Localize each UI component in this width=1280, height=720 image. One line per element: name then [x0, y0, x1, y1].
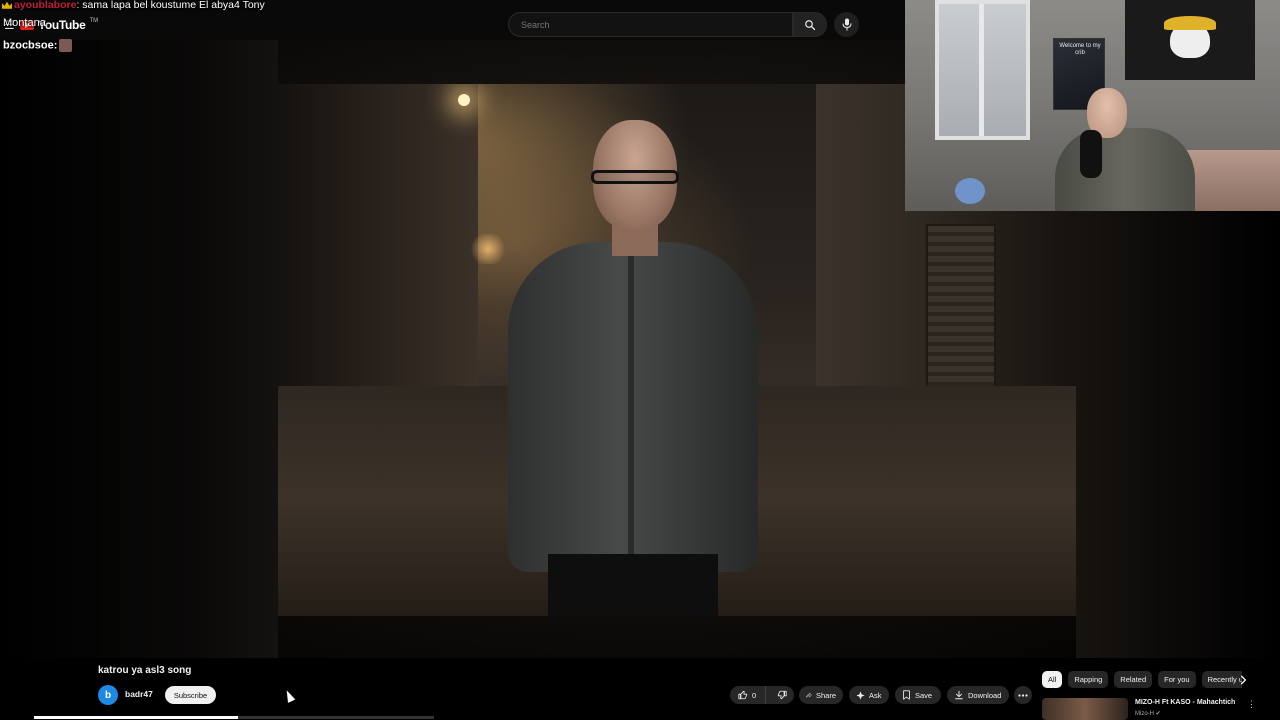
search-box[interactable] — [508, 12, 793, 37]
recommendation-filter-chips: All Rapping Related For you Recently upl… — [1042, 671, 1242, 688]
recommended-video-menu-icon[interactable]: ⋮ — [1247, 699, 1256, 710]
chat-username: ayoublabore — [14, 0, 77, 11]
crown-badge-icon — [2, 1, 12, 9]
search-icon — [805, 19, 816, 30]
share-label: Share — [815, 690, 836, 700]
verified-icon: ✔ — [1155, 711, 1161, 717]
thumbs-down-icon — [777, 690, 787, 700]
microphone — [1080, 130, 1102, 178]
dislike-button[interactable] — [770, 686, 794, 704]
recommended-video-channel[interactable]: Mizo-H ✔ — [1135, 710, 1161, 717]
chat-partial-name: Montana — [3, 17, 46, 29]
skull-icon — [1164, 16, 1216, 58]
chat-message: ayoublabore: sama lapa bel koustume El a… — [2, 0, 265, 12]
stream-frame: ☰ YouTube TM ayoublabore: sama lapa bel … — [0, 0, 1280, 720]
chip-all[interactable]: All — [1042, 671, 1063, 688]
glasses — [591, 170, 679, 184]
pirate-flag — [1125, 0, 1255, 80]
chip-rapping[interactable]: Rapping — [1068, 671, 1109, 688]
like-dislike-group: 0 — [730, 686, 794, 704]
chat-username: bzocbsoe: — [3, 39, 58, 52]
recommended-video-thumbnail[interactable] — [1042, 698, 1128, 720]
download-label: Download — [968, 690, 1002, 700]
pants — [548, 554, 718, 616]
save-label: Save — [915, 690, 933, 700]
poster-text: Welcome to my crib — [1059, 43, 1101, 56]
channel-name[interactable]: badr47 — [125, 689, 153, 699]
search-button[interactable] — [793, 12, 827, 37]
chevron-right-icon — [1240, 675, 1246, 685]
channel-avatar[interactable]: b — [98, 685, 118, 705]
share-icon — [806, 692, 812, 698]
ask-button[interactable]: Ask — [849, 686, 889, 704]
streamer — [1055, 88, 1195, 211]
sparkle-icon — [856, 690, 865, 700]
progress-bar[interactable] — [34, 716, 434, 719]
save-button[interactable]: Save — [895, 686, 941, 704]
download-button[interactable]: Download — [947, 686, 1009, 704]
chips-next-button[interactable] — [1236, 673, 1250, 687]
emote-icon — [59, 39, 73, 52]
bookmark-icon — [903, 690, 910, 700]
video-title: katrou ya asl3 song — [98, 665, 192, 676]
chat-message: bzocbsoe: — [3, 39, 73, 52]
more-actions-button[interactable] — [1014, 686, 1032, 704]
like-count: 0 — [752, 690, 757, 700]
more-horizontal-icon — [1018, 693, 1028, 697]
like-button[interactable]: 0 — [730, 686, 766, 704]
street-lamp — [458, 94, 470, 106]
recommended-channel-name: Mizo-H — [1135, 711, 1154, 717]
download-icon — [955, 690, 963, 700]
webcam-overlay: Welcome to my crib — [905, 0, 1280, 211]
subscribe-button[interactable]: Subscribe — [165, 686, 216, 704]
plush-toy — [955, 178, 985, 204]
man-in-shirt — [478, 114, 788, 616]
thumbs-up-icon — [738, 690, 748, 700]
trademark-label: TM — [89, 18, 99, 24]
mouse-cursor-icon — [283, 688, 296, 703]
chat-text: : sama lapa bel koustume El abya4 Tony — [76, 0, 265, 11]
voice-search-button[interactable] — [834, 12, 859, 37]
share-button[interactable]: Share — [799, 686, 843, 704]
player-left-vignette — [0, 40, 278, 658]
streamer-body — [1055, 128, 1195, 211]
recommended-video-title[interactable]: MIZO-H Ft KASO - Mahachtich — [1135, 699, 1235, 706]
chip-related[interactable]: Related — [1114, 671, 1153, 688]
room-window — [935, 0, 1030, 140]
shirt-placket — [628, 254, 634, 564]
ask-label: Ask — [869, 690, 882, 700]
chip-for-you[interactable]: For you — [1158, 671, 1196, 688]
alley-shutter — [926, 224, 996, 404]
search-input[interactable] — [519, 18, 792, 31]
progress-fill — [34, 716, 238, 719]
microphone-icon — [842, 18, 851, 31]
